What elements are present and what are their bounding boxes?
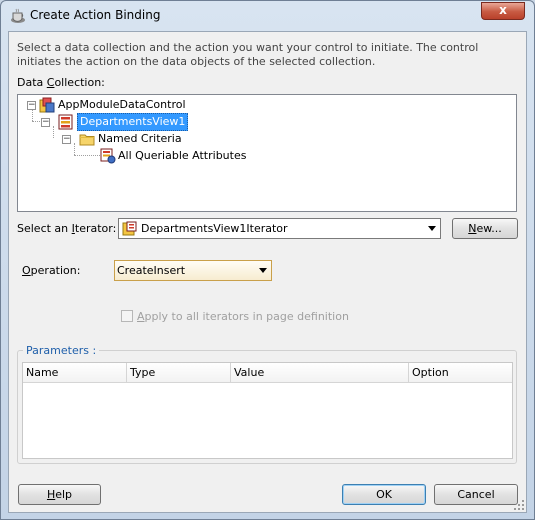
apply-all-checkbox[interactable]	[121, 310, 133, 322]
tree-item-label: All Queriable Attributes	[118, 149, 247, 162]
operation-label-key: O	[22, 264, 31, 277]
iterator-value: DepartmentsView1Iterator	[141, 222, 288, 235]
help-button-key: H	[46, 488, 56, 501]
close-button[interactable]: x	[481, 2, 525, 20]
data-control-icon	[39, 97, 55, 113]
column-header-name[interactable]: Name	[23, 363, 127, 383]
folder-icon	[79, 134, 95, 146]
window-title: Create Action Binding	[30, 8, 161, 22]
app-cup-icon	[11, 8, 25, 23]
help-button[interactable]: Help	[18, 484, 101, 505]
apply-all-label: Apply to all iterators in page definitio…	[137, 310, 349, 323]
column-header-value[interactable]: Value	[231, 363, 409, 383]
collapse-toggle-icon[interactable]: −	[27, 101, 36, 110]
iterator-select[interactable]: DepartmentsView1Iterator	[118, 218, 441, 239]
tree-item-label: DepartmentsView1	[77, 113, 189, 131]
tree-item-label: AppModuleDataControl	[58, 98, 186, 111]
tree-item-label: Named Criteria	[98, 132, 182, 145]
title-bar[interactable]: Create Action Binding x	[1, 1, 534, 31]
tree-item-all-queriable[interactable]: All Queriable Attributes	[18, 148, 516, 164]
column-header-option[interactable]: Option	[409, 363, 512, 383]
collapse-toggle-icon[interactable]: −	[41, 118, 50, 127]
apply-all-label-post: pply to all iterators in page definition	[144, 310, 349, 323]
collapse-toggle-icon[interactable]: −	[62, 135, 71, 144]
operation-label: Operation:	[22, 264, 80, 277]
iterator-label-post: terator:	[74, 222, 117, 235]
ok-button[interactable]: OK	[342, 484, 426, 505]
new-iterator-button[interactable]: New...	[452, 218, 518, 239]
dialog-body: Select a data collection and the action …	[8, 31, 527, 513]
data-collection-label-pre: Data	[17, 76, 47, 89]
column-header-type[interactable]: Type	[127, 363, 231, 383]
data-collection-label: Data Collection:	[17, 76, 105, 89]
data-collection-label-post: ollection:	[54, 76, 105, 89]
operation-select[interactable]: CreateInsert	[114, 260, 272, 281]
tree-item-departments-view[interactable]: − DepartmentsView1	[18, 113, 516, 131]
view-object-icon	[58, 114, 73, 130]
operation-value: CreateInsert	[117, 264, 186, 277]
resize-grip-icon[interactable]	[514, 500, 525, 511]
dialog-window: Create Action Binding x Select a data co…	[0, 0, 535, 520]
iterator-icon	[122, 221, 137, 236]
apply-all-label-key: A	[137, 310, 145, 323]
cancel-button[interactable]: Cancel	[434, 484, 518, 505]
new-button-rest: ew...	[476, 222, 502, 235]
operation-label-post: peration:	[30, 264, 81, 277]
dropdown-arrow-icon	[259, 268, 267, 273]
tree-item-app-module[interactable]: − AppModuleDataControl	[18, 97, 516, 113]
dropdown-arrow-icon	[428, 226, 436, 231]
parameters-legend: Parameters :	[23, 344, 100, 357]
data-collection-tree[interactable]: − AppModuleDataControl − DepartmentsView…	[17, 94, 517, 212]
view-criteria-icon	[100, 148, 116, 164]
iterator-label-pre: Select an	[17, 222, 72, 235]
tree-item-named-criteria[interactable]: − Named Criteria	[18, 131, 516, 147]
iterator-label: Select an Iterator:	[17, 222, 116, 235]
close-icon: x	[499, 3, 507, 17]
parameters-table[interactable]: Name Type Value Option	[22, 362, 513, 459]
instruction-text: Select a data collection and the action …	[17, 41, 479, 68]
help-button-rest: elp	[55, 488, 73, 501]
